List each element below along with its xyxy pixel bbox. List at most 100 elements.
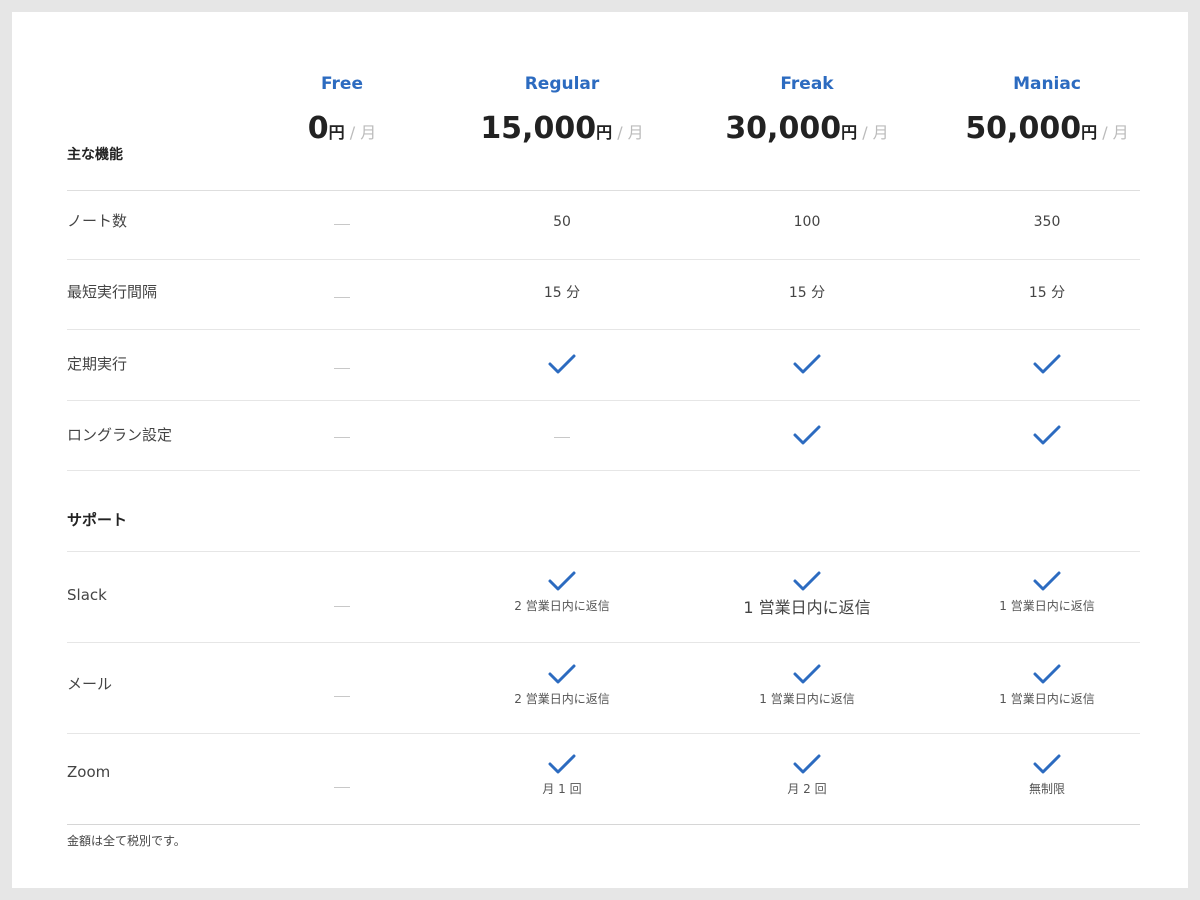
check-icon <box>793 571 821 591</box>
row-notes: ノート数 50 100 350 <box>67 191 1140 260</box>
price-period: / 月 <box>344 123 377 142</box>
row-label: ロングラン設定 <box>67 426 173 444</box>
check-icon <box>548 664 576 684</box>
cell-regular: 15 分 <box>442 282 682 303</box>
cell-note: 1 営業日内に返信 <box>759 692 855 706</box>
price-period: / 月 <box>612 123 644 142</box>
cell-freak: 1 営業日内に返信 <box>687 663 927 707</box>
pricing-table: 主な機能 Free 0円 / 月 Regular 15,000円 / 月 Fre… <box>67 12 1140 848</box>
cell-maniac: 350 <box>927 211 1167 232</box>
price-currency: 円 <box>328 123 345 142</box>
cell-note: 月 1 回 <box>542 782 582 796</box>
cell-note: 2 営業日内に返信 <box>514 692 610 706</box>
plan-price: 50,000円 / 月 <box>927 110 1167 152</box>
dash-icon <box>334 696 350 697</box>
price-period: / 月 <box>857 123 889 142</box>
check-icon <box>1033 425 1061 445</box>
check-icon <box>1033 664 1061 684</box>
check-icon <box>1033 754 1061 774</box>
plan-price: 0円 / 月 <box>222 110 462 152</box>
price-currency: 円 <box>1081 123 1098 142</box>
cell-value: 15 分 <box>543 285 581 301</box>
cell-note: 1 営業日内に返信 <box>999 692 1095 706</box>
pricing-header: 主な機能 Free 0円 / 月 Regular 15,000円 / 月 Fre… <box>67 12 1140 191</box>
check-icon <box>793 664 821 684</box>
check-icon <box>793 754 821 774</box>
dash-icon <box>334 606 350 607</box>
cell-value: 15 分 <box>1028 285 1066 301</box>
check-icon <box>548 354 576 374</box>
cell-free <box>222 287 462 306</box>
cell-maniac <box>927 353 1167 375</box>
cell-free <box>222 214 462 233</box>
price-period: / 月 <box>1097 123 1129 142</box>
cell-maniac: 1 営業日内に返信 <box>927 663 1167 707</box>
plan-name: Freak <box>780 74 834 94</box>
row-mail: メール 2 営業日内に返信 1 営業日内に返信 1 営業日内に返信 <box>67 643 1140 734</box>
row-label: ノート数 <box>67 212 128 230</box>
row-scheduled: 定期実行 <box>67 330 1140 401</box>
cell-note: 1 営業日内に返信 <box>743 598 871 617</box>
plan-maniac: Maniac 50,000円 / 月 <box>927 72 1167 152</box>
cell-freak: 月 2 回 <box>687 753 927 797</box>
cell-value: 50 <box>553 214 571 230</box>
row-label: Slack <box>67 586 107 604</box>
cell-note: 2 営業日内に返信 <box>514 599 610 613</box>
price-amount: 15,000 <box>480 111 597 146</box>
row-label: メール <box>67 675 113 693</box>
cell-maniac <box>927 424 1167 446</box>
cell-freak: 1 営業日内に返信 <box>687 570 927 618</box>
cell-maniac: 15 分 <box>927 282 1167 303</box>
cell-freak: 100 <box>687 211 927 232</box>
plan-price: 15,000円 / 月 <box>442 110 682 152</box>
support-section-label: サポート <box>67 511 128 529</box>
plan-name: Free <box>321 74 363 94</box>
cell-regular <box>442 353 682 375</box>
cell-note: 月 2 回 <box>787 782 827 796</box>
plan-name: Regular <box>524 74 600 94</box>
row-slack: Slack 2 営業日内に返信 1 営業日内に返信 1 営業日内に返信 <box>67 552 1140 643</box>
cell-maniac: 無制限 <box>927 753 1167 797</box>
price-currency: 円 <box>596 123 613 142</box>
cell-regular <box>442 427 682 446</box>
price-currency: 円 <box>841 123 858 142</box>
check-icon <box>793 354 821 374</box>
row-label: 最短実行間隔 <box>67 283 158 301</box>
cell-free <box>222 686 462 705</box>
cell-free <box>222 596 462 615</box>
cell-free <box>222 427 462 446</box>
feature-section-label: 主な機能 <box>67 147 123 163</box>
plan-price: 30,000円 / 月 <box>687 110 927 152</box>
price-amount: 30,000 <box>725 111 842 146</box>
cell-freak <box>687 424 927 446</box>
plan-name: Maniac <box>1013 74 1081 94</box>
cell-free <box>222 777 462 796</box>
cell-freak <box>687 353 927 375</box>
plan-free: Free 0円 / 月 <box>222 72 462 152</box>
cell-regular: 2 営業日内に返信 <box>442 663 682 707</box>
dash-icon <box>334 297 350 298</box>
cell-regular: 2 営業日内に返信 <box>442 570 682 614</box>
support-section-header: サポート <box>67 471 1140 552</box>
tax-footnote: 金額は全て税別です。 <box>67 834 186 848</box>
check-icon <box>1033 571 1061 591</box>
pricing-card: 主な機能 Free 0円 / 月 Regular 15,000円 / 月 Fre… <box>12 12 1188 888</box>
check-icon <box>548 571 576 591</box>
cell-value: 15 分 <box>788 285 826 301</box>
cell-regular: 50 <box>442 211 682 232</box>
check-icon <box>793 425 821 445</box>
cell-note: 1 営業日内に返信 <box>999 599 1095 613</box>
dash-icon <box>334 787 350 788</box>
dash-icon <box>334 368 350 369</box>
row-longrun: ロングラン設定 <box>67 401 1140 471</box>
plan-regular: Regular 15,000円 / 月 <box>442 72 682 152</box>
check-icon <box>1033 354 1061 374</box>
cell-maniac: 1 営業日内に返信 <box>927 570 1167 614</box>
cell-note: 無制限 <box>1028 782 1065 796</box>
check-icon <box>548 754 576 774</box>
plan-freak: Freak 30,000円 / 月 <box>687 72 927 152</box>
cell-free <box>222 358 462 377</box>
row-interval: 最短実行間隔 15 分 15 分 15 分 <box>67 260 1140 330</box>
dash-icon <box>334 224 350 225</box>
cell-freak: 15 分 <box>687 282 927 303</box>
